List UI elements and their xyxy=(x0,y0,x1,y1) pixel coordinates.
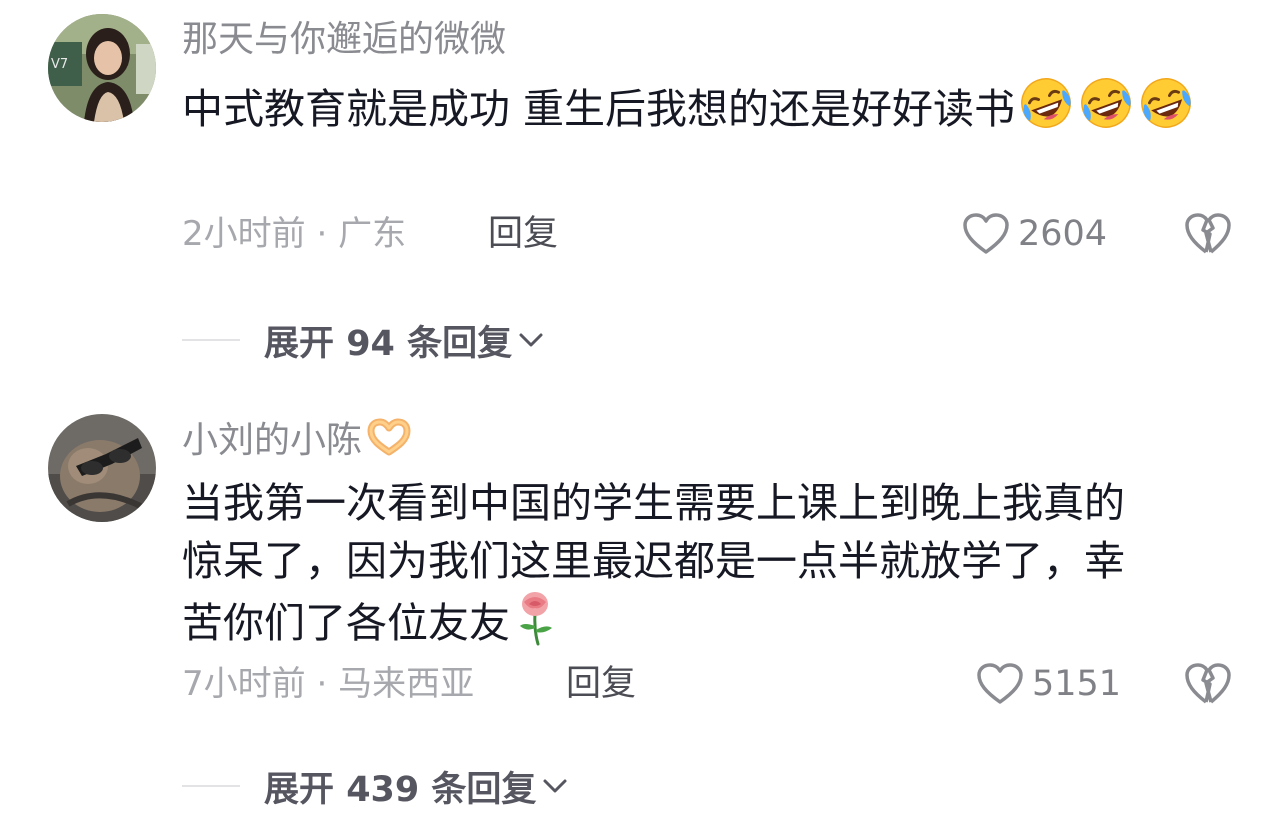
comment-text-line: 惊呆了，因为我们这里最迟都是一点半就放学了，幸 xyxy=(182,537,1125,585)
avatar[interactable]: V7 xyxy=(48,14,156,122)
meta-separator: · xyxy=(316,664,328,704)
comment-text-line: 苦你们了各位友友 xyxy=(182,590,1252,661)
meta-separator: · xyxy=(316,214,328,254)
like-count: 5151 xyxy=(1032,664,1122,704)
comment-username[interactable]: 那天与你邂逅的微微 xyxy=(182,18,506,62)
expand-replies-button[interactable]: 展开 94 条回复 xyxy=(182,316,546,364)
expand-replies-label: 展开 94 条回复 xyxy=(264,323,513,364)
chevron-down-icon xyxy=(519,333,543,347)
broken-heart-icon xyxy=(1185,213,1231,254)
rofl-emoji xyxy=(1017,74,1075,147)
divider-line xyxy=(182,785,240,787)
comment-text: 当我第一次看到中国的学生需要上课上到晚上我真的 惊呆了，因为我们这里最迟都是一点… xyxy=(182,474,1252,661)
like-button[interactable]: 5151 xyxy=(976,660,1121,708)
like-button[interactable]: 2604 xyxy=(962,210,1107,258)
comment-time: 7小时前 xyxy=(182,664,306,704)
expand-replies-button[interactable]: 展开 439 条回复 xyxy=(182,762,570,810)
heart-icon xyxy=(963,213,1009,254)
reply-button[interactable]: 回复 xyxy=(488,212,558,256)
heart-icon xyxy=(977,663,1023,704)
comment-time: 2小时前 xyxy=(182,214,306,254)
comment-meta: 7小时前 · 马来西亚 xyxy=(182,662,474,706)
comment-location: 广东 xyxy=(338,214,407,254)
chevron-down-icon xyxy=(543,779,567,793)
comment-location: 马来西亚 xyxy=(338,664,475,704)
comment-text-body: 中式教育就是成功 重生后我想的还是好好读书 xyxy=(182,85,1016,133)
heart-hands-emoji xyxy=(366,418,412,467)
broken-heart-icon xyxy=(1185,663,1231,704)
comment-item: 小刘的小陈 当我第一次看到中国的学生需要上课上到晚上我真的 惊呆了，因为我们这里… xyxy=(0,400,1284,822)
comment-meta: 2小时前 · 广东 xyxy=(182,212,406,256)
comment-text-line: 当我第一次看到中国的学生需要上课上到晚上我真的 xyxy=(182,479,1125,527)
expand-replies-label: 展开 439 条回复 xyxy=(264,769,537,810)
like-count: 2604 xyxy=(1018,214,1108,254)
rofl-emoji xyxy=(1137,74,1195,147)
reply-button[interactable]: 回复 xyxy=(566,662,636,706)
comment-item: V7 那天与你邂逅的微微 中式教育就是成功 重生后我想的还是好好读书 2小时前 … xyxy=(0,0,1284,380)
comment-text: 中式教育就是成功 重生后我想的还是好好读书 xyxy=(182,74,1252,147)
avatar[interactable] xyxy=(48,414,156,522)
rose-emoji xyxy=(512,590,558,661)
divider-line xyxy=(182,339,240,341)
comment-username[interactable]: 小刘的小陈 xyxy=(182,418,412,467)
svg-text:V7: V7 xyxy=(51,57,68,72)
dislike-button[interactable] xyxy=(1184,662,1232,710)
dislike-button[interactable] xyxy=(1184,212,1232,260)
rofl-emoji xyxy=(1077,74,1135,147)
